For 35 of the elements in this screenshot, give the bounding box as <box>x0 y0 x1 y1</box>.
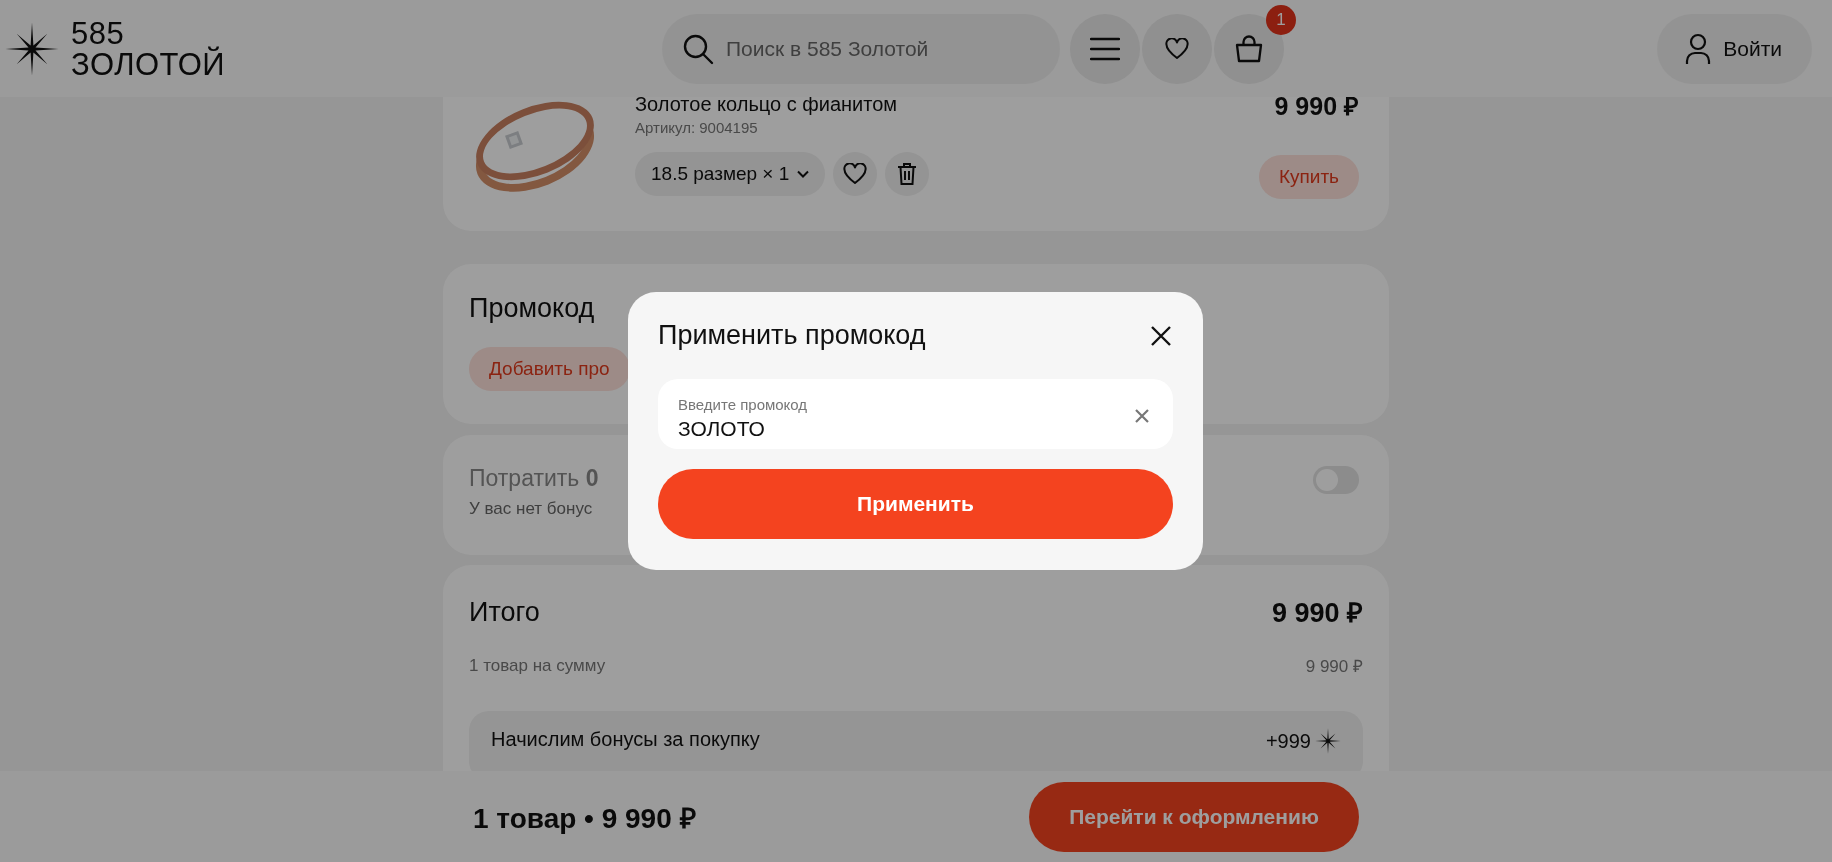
product-price: 9 990 ₽ <box>1274 93 1359 119</box>
spend-bonus-label: Потратить 0 <box>469 465 599 491</box>
close-button[interactable] <box>1149 323 1173 348</box>
total-title: Итого <box>469 595 540 629</box>
trash-icon <box>897 162 918 186</box>
close-icon <box>1149 323 1173 348</box>
bag-icon <box>1234 34 1264 63</box>
field-label: Введите промокод <box>678 396 808 413</box>
cart-count-badge: 1 <box>1266 4 1296 35</box>
login-button[interactable]: Войти <box>1657 13 1812 84</box>
heart-icon <box>843 163 868 185</box>
logo-text[interactable]: 585 ЗОЛОТОЙ <box>71 17 226 80</box>
promo-section-title: Промокод <box>469 292 596 324</box>
delete-button[interactable] <box>885 152 930 196</box>
items-sum: 9 990 ₽ <box>1305 656 1363 677</box>
product-title[interactable]: Золотое кольцо с фианитом <box>635 93 1259 115</box>
order-summary: 1 товар • 9 990 ₽ <box>473 801 696 836</box>
items-count-label: 1 товар на сумму <box>469 655 606 676</box>
article-number: Артикул: 9004195 <box>635 119 759 136</box>
heart-icon <box>1165 37 1189 60</box>
search-field[interactable]: Поиск в 585 Золотой <box>662 13 1060 84</box>
promo-code-field[interactable]: Введите промокод ЗОЛОТО <box>658 379 1173 449</box>
size-quantity-dropdown[interactable]: 18.5 размер × 1 <box>635 152 826 196</box>
menu-icon <box>1090 36 1120 61</box>
bonus-accrual-label: Начислим бонусы за покупку <box>491 728 760 751</box>
dialog-title: Применить промокод <box>658 320 926 351</box>
total-price: 9 990 ₽ <box>1271 597 1363 630</box>
field-value: ЗОЛОТО <box>678 417 766 441</box>
favorite-button[interactable] <box>833 152 878 196</box>
bonus-amount: +999 <box>1265 729 1311 753</box>
no-bonus-note: У вас нет бонус <box>469 499 594 519</box>
apply-button[interactable]: Применить <box>658 469 1173 539</box>
clear-icon[interactable] <box>1135 408 1149 423</box>
user-icon <box>1685 32 1712 65</box>
chevron-down-icon <box>797 170 810 178</box>
